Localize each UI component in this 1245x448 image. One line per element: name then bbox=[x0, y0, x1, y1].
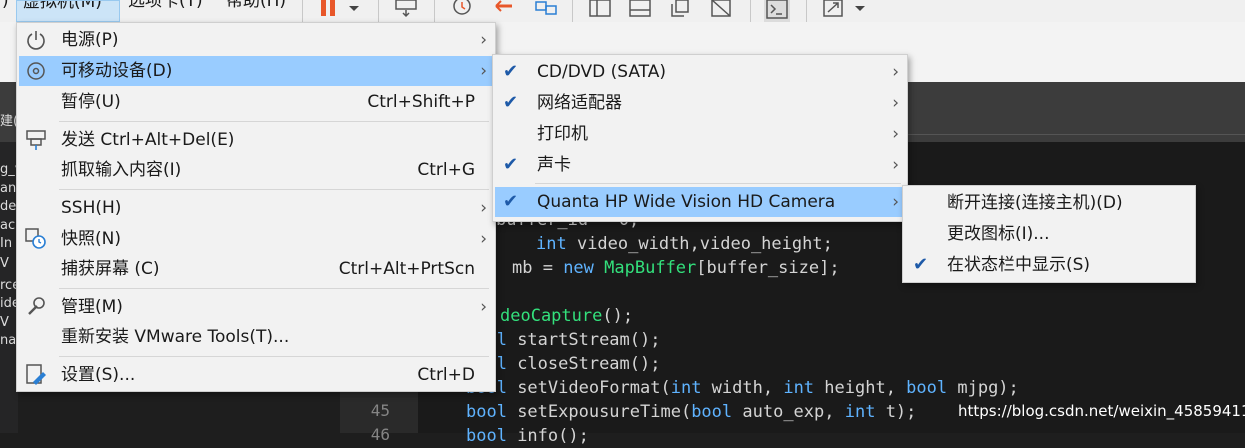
chevron-right-icon: › bbox=[480, 30, 487, 50]
power-icon bbox=[25, 29, 47, 51]
vm-menu: 电源(P) › 可移动设备(D) › 暂停(U) Ctrl+Shift+P 发送… bbox=[16, 22, 496, 392]
checkmark-icon: ✔ bbox=[503, 154, 519, 175]
menu-separator bbox=[535, 183, 901, 184]
menu-item-ssh[interactable]: SSH(H) › bbox=[19, 193, 493, 223]
code-line: deoCapture(); bbox=[500, 306, 634, 326]
chevron-right-icon: › bbox=[892, 155, 899, 175]
unity-icon[interactable] bbox=[628, 0, 652, 18]
line-number: 45 bbox=[370, 401, 390, 420]
menu-item-sound-card[interactable]: ✔ 声卡 › bbox=[495, 150, 905, 180]
stretch-icon[interactable] bbox=[822, 0, 846, 18]
toolbar-separator bbox=[302, 0, 303, 22]
terminal-icon[interactable] bbox=[764, 0, 790, 22]
removable-devices-menu: ✔ CD/DVD (SATA) › ✔ 网络适配器 › 打印机 › ✔ 声卡 ›… bbox=[492, 54, 908, 222]
settings-icon bbox=[25, 364, 47, 386]
snapshot-icon bbox=[25, 228, 47, 250]
fit-icon[interactable] bbox=[670, 0, 694, 18]
menu-item-capture-screen[interactable]: 捕获屏幕 (C) Ctrl+Alt+PrtScn bbox=[19, 254, 493, 284]
dropdown-icon[interactable] bbox=[852, 0, 868, 18]
chevron-right-icon: › bbox=[480, 297, 487, 317]
toolbar-separator bbox=[750, 0, 751, 22]
fullscreen-icon[interactable] bbox=[588, 0, 612, 18]
checkmark-icon: ✔ bbox=[913, 254, 929, 275]
toolbar-separator bbox=[572, 0, 573, 22]
menu-item-printer[interactable]: 打印机 › bbox=[495, 119, 905, 149]
chevron-right-icon: › bbox=[892, 124, 899, 144]
menu-item-disconnect[interactable]: 断开连接(连接主机)(D) bbox=[905, 188, 1193, 218]
no-fit-icon[interactable] bbox=[710, 0, 734, 18]
code-line: bool setExpousureTime(bool auto_exp, int… bbox=[466, 402, 917, 422]
dropdown-icon[interactable] bbox=[346, 0, 362, 18]
menu-item-change-icon[interactable]: 更改图标(I)... bbox=[905, 219, 1193, 249]
code-line: bool setVideoFormat(int width, int heigh… bbox=[466, 378, 1019, 398]
toolbar-separator bbox=[378, 0, 379, 22]
manage-snapshot-icon[interactable] bbox=[534, 0, 558, 18]
menu-tabs[interactable]: 选项卡(T) bbox=[122, 0, 218, 22]
shortcut-label: Ctrl+D bbox=[417, 365, 475, 385]
menu-item-manage[interactable]: 管理(M) › bbox=[19, 292, 493, 322]
shortcut-label: Ctrl+Shift+P bbox=[367, 92, 475, 112]
menu-item-reinstall-tools[interactable]: 重新安装 VMware Tools(T)... bbox=[19, 322, 493, 352]
chevron-right-icon: › bbox=[480, 61, 487, 81]
toolbar-separator bbox=[434, 0, 435, 22]
chevron-right-icon: › bbox=[892, 62, 899, 82]
toolbar-separator bbox=[806, 0, 807, 22]
menu-item-show-in-status-bar[interactable]: ✔ 在状态栏中显示(S) bbox=[905, 250, 1193, 280]
chevron-right-icon: › bbox=[892, 93, 899, 113]
menu-item-grab-input[interactable]: 抓取输入内容(I) Ctrl+G bbox=[19, 155, 493, 185]
menu-item-network-adapter[interactable]: ✔ 网络适配器 › bbox=[495, 88, 905, 118]
send-to-icon[interactable] bbox=[394, 0, 418, 18]
menu-item-settings[interactable]: 设置(S)... Ctrl+D bbox=[19, 360, 493, 390]
code-line: int video_width,video_height; bbox=[536, 234, 833, 254]
menu-bar: ) 虚拟机(M) 选项卡(T) 帮助(H) bbox=[0, 0, 1245, 22]
chevron-right-icon: › bbox=[480, 198, 487, 218]
menu-item-removable-devices[interactable]: 可移动设备(D) › bbox=[19, 56, 493, 86]
send-keys-icon bbox=[25, 129, 47, 151]
chevron-right-icon: › bbox=[892, 192, 899, 212]
checkmark-icon: ✔ bbox=[503, 191, 519, 212]
divider bbox=[860, 134, 1245, 135]
watermark: https://blog.csdn.net/weixin_45859411 bbox=[958, 402, 1245, 420]
code-line: mb = new MapBuffer[buffer_size]; bbox=[512, 258, 840, 278]
menu-item-pause[interactable]: 暂停(U) Ctrl+Shift+P bbox=[19, 87, 493, 117]
menu-item-snapshot[interactable]: 快照(N) › bbox=[19, 224, 493, 254]
checkmark-icon: ✔ bbox=[503, 61, 519, 82]
menu-separator bbox=[59, 356, 489, 357]
menu-separator bbox=[59, 189, 489, 190]
menu-item-camera[interactable]: ✔ Quanta HP Wide Vision HD Camera › bbox=[495, 187, 905, 217]
code-line: bool info(); bbox=[466, 426, 589, 446]
checkmark-icon: ✔ bbox=[503, 92, 519, 113]
menu-vm[interactable]: 虚拟机(M) bbox=[16, 0, 120, 22]
menu-item-power[interactable]: 电源(P) › bbox=[19, 25, 493, 55]
disc-icon bbox=[25, 60, 47, 82]
menu-help[interactable]: 帮助(H) bbox=[220, 0, 296, 22]
camera-menu: 断开连接(连接主机)(D) 更改图标(I)... ✔ 在状态栏中显示(S) bbox=[902, 185, 1196, 283]
menu-separator bbox=[59, 288, 489, 289]
pause-icon[interactable] bbox=[318, 0, 340, 18]
menu-item-send-ctrl-alt-del[interactable]: 发送 Ctrl+Alt+Del(E) bbox=[19, 125, 493, 155]
chevron-right-icon: › bbox=[480, 229, 487, 249]
shortcut-label: Ctrl+Alt+PrtScn bbox=[338, 259, 475, 279]
menu-separator bbox=[59, 121, 489, 122]
snapshot-icon[interactable] bbox=[450, 0, 474, 18]
wrench-icon bbox=[25, 296, 47, 318]
menu-item-cd-dvd[interactable]: ✔ CD/DVD (SATA) › bbox=[495, 57, 905, 87]
line-number: 46 bbox=[370, 425, 390, 444]
revert-icon[interactable] bbox=[492, 0, 516, 18]
shortcut-label: Ctrl+G bbox=[417, 160, 475, 180]
